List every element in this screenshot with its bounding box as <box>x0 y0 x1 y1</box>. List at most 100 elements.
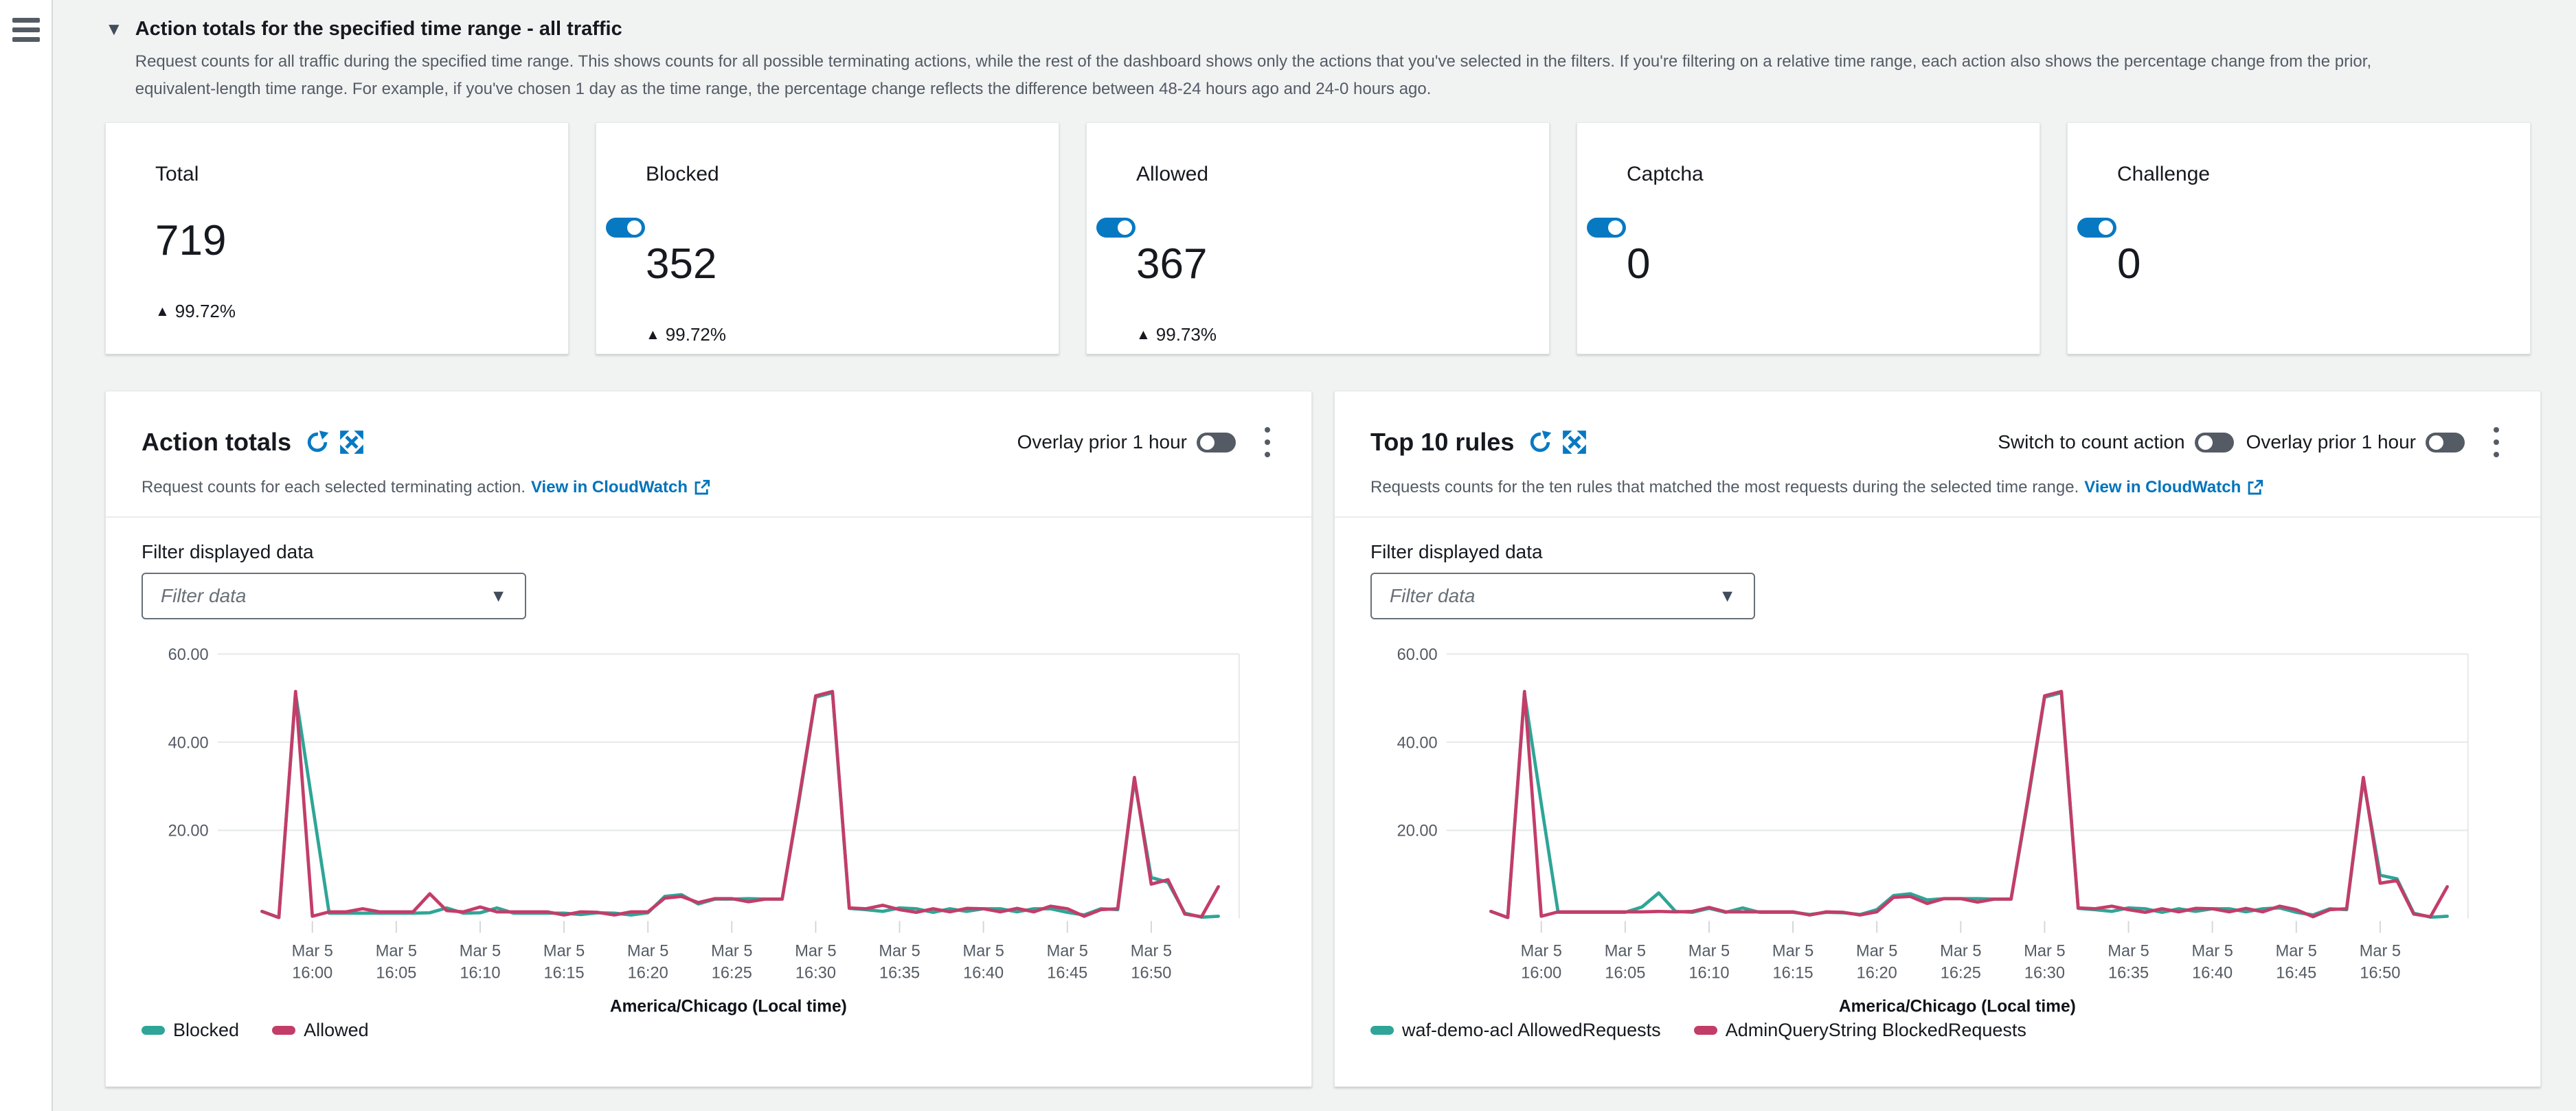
legend-swatch <box>272 1026 295 1035</box>
panel-subtitle-text: Requests counts for the ten rules that m… <box>1370 478 2079 497</box>
chart-legend: Blocked Allowed <box>142 1020 1276 1041</box>
svg-text:16:40: 16:40 <box>963 964 1004 982</box>
legend-label: waf-demo-acl AllowedRequests <box>1402 1020 1661 1041</box>
chart-panels-row: Action totals <box>105 391 2541 1087</box>
refresh-icon[interactable] <box>1528 430 1552 455</box>
svg-text:16:30: 16:30 <box>795 964 836 982</box>
svg-text:Mar 5: Mar 5 <box>2108 942 2149 960</box>
svg-text:Mar 5: Mar 5 <box>2192 942 2233 960</box>
overlay-prior-toggle[interactable] <box>2426 433 2465 453</box>
svg-text:Mar 5: Mar 5 <box>1131 942 1172 960</box>
svg-text:16:45: 16:45 <box>2276 964 2316 982</box>
legend-item-blocked[interactable]: Blocked <box>142 1020 239 1041</box>
legend-item-allowed[interactable]: Allowed <box>272 1020 369 1041</box>
panel-subtitle: Requests counts for the ten rules that m… <box>1370 478 2506 497</box>
card-label: Blocked <box>646 163 1009 186</box>
svg-text:40.00: 40.00 <box>168 734 209 752</box>
action-totals-panel: Action totals <box>105 391 1312 1087</box>
svg-text:16:40: 16:40 <box>2192 964 2233 982</box>
panel-subtitle-text: Request counts for each selected termina… <box>142 478 526 497</box>
top-10-rules-panel: Top 10 rules <box>1334 391 2541 1087</box>
legend-item-allowed-requests[interactable]: waf-demo-acl AllowedRequests <box>1370 1020 1661 1041</box>
card-total: Total 719 ▲ 99.72% <box>105 122 569 354</box>
legend-label: AdminQueryString BlockedRequests <box>1726 1020 2026 1041</box>
svg-text:16:05: 16:05 <box>376 964 416 982</box>
chart-legend: waf-demo-acl AllowedRequests AdminQueryS… <box>1370 1020 2505 1041</box>
svg-text:Mar 5: Mar 5 <box>376 942 417 960</box>
svg-text:40.00: 40.00 <box>1397 734 1438 752</box>
expand-icon[interactable] <box>1562 430 1587 455</box>
external-link-icon <box>2246 479 2264 496</box>
card-value: 0 <box>2117 240 2481 288</box>
legend-swatch <box>142 1026 165 1035</box>
refresh-icon[interactable] <box>305 430 330 455</box>
svg-text:16:15: 16:15 <box>544 964 585 982</box>
overlay-prior-control: Overlay prior 1 hour <box>1017 431 1236 453</box>
kebab-menu-icon[interactable] <box>2487 419 2506 466</box>
collapse-triangle-icon[interactable]: ▼ <box>105 16 123 41</box>
svg-text:60.00: 60.00 <box>1397 646 1438 664</box>
card-captcha: Captcha 0 <box>1577 122 2040 354</box>
svg-text:16:50: 16:50 <box>2360 964 2400 982</box>
collapsed-sidebar <box>0 0 53 1111</box>
panel-title: Top 10 rules <box>1370 428 1514 457</box>
svg-text:Mar 5: Mar 5 <box>711 942 752 960</box>
kebab-menu-icon[interactable] <box>1258 419 1277 466</box>
view-in-cloudwatch-link[interactable]: View in CloudWatch <box>2084 478 2264 497</box>
filter-placeholder: Filter data <box>1390 585 1476 607</box>
card-delta-value: 99.73% <box>1156 324 1217 345</box>
view-in-cloudwatch-link[interactable]: View in CloudWatch <box>531 478 711 497</box>
menu-icon[interactable] <box>12 18 40 42</box>
panel-header: Top 10 rules <box>1335 391 2540 518</box>
chevron-down-icon: ▼ <box>1719 586 1736 606</box>
svg-text:16:10: 16:10 <box>1688 964 1729 982</box>
svg-text:Mar 5: Mar 5 <box>1605 942 1646 960</box>
svg-text:16:05: 16:05 <box>1605 964 1645 982</box>
svg-text:Mar 5: Mar 5 <box>1772 942 1814 960</box>
svg-text:16:20: 16:20 <box>1857 964 1897 982</box>
filter-displayed-data-label: Filter displayed data <box>142 541 1276 563</box>
delta-up-icon: ▲ <box>646 327 660 343</box>
card-challenge: Challenge 0 <box>2067 122 2531 354</box>
svg-text:16:50: 16:50 <box>1131 964 1171 982</box>
top-10-rules-chart: 20.0040.0060.00Mar 516:00Mar 516:05Mar 5… <box>1370 636 2506 1018</box>
svg-text:16:00: 16:00 <box>1521 964 1561 982</box>
legend-label: Allowed <box>304 1020 369 1041</box>
panel-header: Action totals <box>106 391 1311 518</box>
svg-text:Mar 5: Mar 5 <box>2024 942 2065 960</box>
svg-text:20.00: 20.00 <box>168 823 209 840</box>
filter-data-select[interactable]: Filter data ▼ <box>142 573 526 619</box>
panel-body: Filter displayed data Filter data ▼ 20.0… <box>106 518 1311 1041</box>
blocked-visibility-toggle[interactable] <box>606 218 645 238</box>
panel-title: Action totals <box>142 428 291 457</box>
legend-swatch <box>1694 1026 1717 1035</box>
card-delta: ▲ 99.72% <box>155 301 519 322</box>
section-description: Request counts for all traffic during th… <box>135 48 2371 103</box>
panel-body: Filter displayed data Filter data ▼ 20.0… <box>1335 518 2540 1041</box>
card-delta-value: 99.72% <box>175 301 236 322</box>
allowed-visibility-toggle[interactable] <box>1096 218 1136 238</box>
legend-label: Blocked <box>173 1020 239 1041</box>
legend-item-blocked-requests[interactable]: AdminQueryString BlockedRequests <box>1694 1020 2026 1041</box>
svg-text:16:35: 16:35 <box>879 964 920 982</box>
delta-up-icon: ▲ <box>155 303 170 320</box>
section-description-line2: equivalent-length time range. For exampl… <box>135 76 2371 103</box>
svg-text:16:10: 16:10 <box>460 964 500 982</box>
switch-count-action-toggle[interactable] <box>2195 433 2234 453</box>
filter-data-select[interactable]: Filter data ▼ <box>1370 573 1755 619</box>
section-description-line1: Request counts for all traffic during th… <box>135 48 2371 76</box>
overlay-prior-toggle[interactable] <box>1197 433 1236 453</box>
expand-icon[interactable] <box>339 430 364 455</box>
filter-displayed-data-label: Filter displayed data <box>1370 541 2505 563</box>
card-value: 0 <box>1627 240 1990 288</box>
svg-text:16:15: 16:15 <box>1773 964 1814 982</box>
captcha-visibility-toggle[interactable] <box>1587 218 1626 238</box>
svg-text:Mar 5: Mar 5 <box>1940 942 1981 960</box>
svg-text:Mar 5: Mar 5 <box>292 942 333 960</box>
switch-count-action-label: Switch to count action <box>1998 431 2184 453</box>
svg-text:Mar 5: Mar 5 <box>795 942 836 960</box>
legend-swatch <box>1370 1026 1394 1035</box>
card-allowed: Allowed 367 ▲ 99.73% <box>1086 122 1550 354</box>
challenge-visibility-toggle[interactable] <box>2077 218 2116 238</box>
svg-text:Mar 5: Mar 5 <box>627 942 668 960</box>
